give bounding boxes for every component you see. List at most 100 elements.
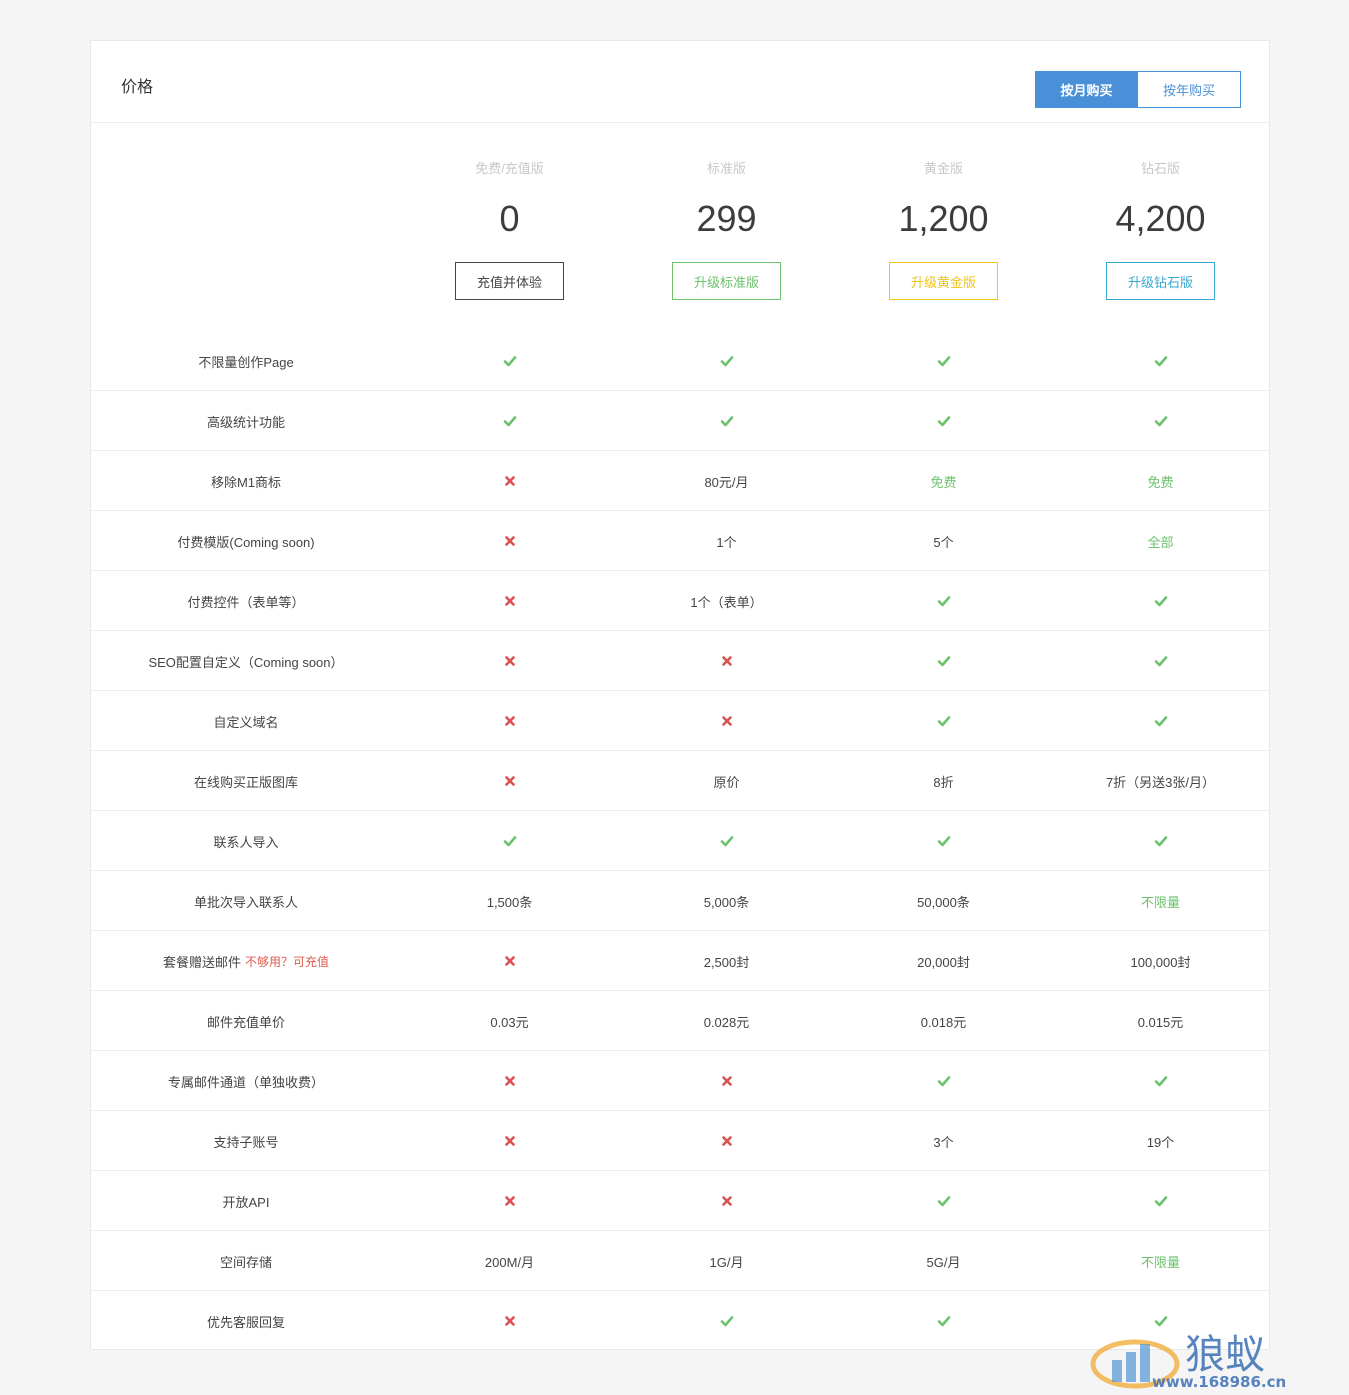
plan-price: 4,200 [1115,198,1206,239]
table-row: 空间存储 200M/月 1G/月 5G/月 不限量 [91,1231,1269,1291]
feature-name: 联系人导入 [213,834,279,850]
feature-label: 单批次导入联系人 [91,871,401,931]
cross-icon [401,571,618,631]
plan-name: 黄金版 [923,161,963,176]
feature-value: 1个（表单） [690,594,763,610]
feature-label: 开放API [91,1171,401,1231]
feature-name: 支持子账号 [213,1134,279,1150]
plan-name: 标准版 [706,161,746,176]
feature-name: 专属邮件通道（单独收费） [167,1074,324,1090]
feature-name: 邮件充值单价 [206,1014,285,1030]
feature-value: 5个 [933,534,954,550]
feature-value: 免费 [1147,474,1174,490]
plan-column: 免费/充值版 0 充值并体验 [401,159,618,300]
feature-value: 1G/月 [709,1254,744,1270]
table-row: 联系人导入 [91,811,1269,871]
check-icon [401,811,618,871]
table-row: SEO配置自定义（Coming soon） [91,631,1269,691]
feature-value: 全部 [1147,534,1174,550]
watermark-url: www.168986.cn [1152,1373,1286,1390]
check-icon [618,331,835,391]
yearly-tab[interactable]: 按年购买 [1138,71,1241,108]
feature-label: 优先客服回复 [91,1291,401,1351]
feature-label: 在线购买正版图库 [91,751,401,811]
table-row: 套餐赠送邮件 不够用？可充值 2,500封 20,000封 100,000封 [91,931,1269,991]
feature-label: 付费模版(Coming soon) [91,511,401,571]
pricing-card: 价格 按月购买 按年购买 免费/充值版 0 充值并体验 标准版 299 升级标准版 黄金版 1… [90,40,1270,1350]
monthly-tab[interactable]: 按月购买 [1035,71,1138,108]
billing-period-toggle: 按月购买 按年购买 [1035,71,1241,108]
feature-value: 不限量 [1140,1254,1180,1270]
table-row: 付费模版(Coming soon) 1个 5个 全部 [91,511,1269,571]
feature-value: 0.018元 [920,1014,967,1030]
plan-price: 0 [499,198,520,239]
feature-value: 1个 [716,534,737,550]
feature-label: 付费控件（表单等） [91,571,401,631]
cross-icon [401,1171,618,1231]
feature-value: 0.015元 [1137,1014,1184,1030]
table-row: 在线购买正版图库 原价 8折 7折（另送3张/月） [91,751,1269,811]
plan-column: 黄金版 1,200 升级黄金版 [835,159,1052,300]
cross-icon [401,1291,618,1351]
check-icon [401,331,618,391]
plan-upgrade-button[interactable]: 升级标准版 [672,262,781,300]
plan-upgrade-button[interactable]: 升级钻石版 [1106,262,1215,300]
check-icon [1052,391,1269,451]
feature-name: 开放API [222,1194,270,1210]
feature-value: 0.03元 [490,1014,529,1030]
check-icon [835,571,1052,631]
feature-value: 19个 [1146,1134,1175,1150]
cross-icon [401,631,618,691]
table-row: 不限量创作Page [91,331,1269,391]
check-icon [835,1171,1052,1231]
check-icon [835,811,1052,871]
feature-name: 付费模版(Coming soon) [177,534,315,550]
plan-upgrade-button[interactable]: 充值并体验 [455,262,564,300]
cross-icon [618,691,835,751]
cross-icon [618,631,835,691]
cross-icon [401,451,618,511]
site-watermark: 狼蚁 www.168986.cn [1090,1332,1286,1390]
feature-value: 8折 [933,774,954,790]
cross-icon [618,1051,835,1111]
check-icon [1052,811,1269,871]
plan-column: 标准版 299 升级标准版 [618,159,835,300]
plan-name: 钻石版 [1140,161,1180,176]
check-icon [835,691,1052,751]
table-row: 移除M1商标 80元/月 免费 免费 [91,451,1269,511]
watermark-brand: 狼蚁 [1185,1332,1265,1378]
table-row: 高级统计功能 [91,391,1269,451]
feature-name: 付费控件（表单等） [187,594,305,610]
feature-name: 优先客服回复 [206,1314,285,1330]
feature-name: 套餐赠送邮件 [162,954,241,970]
feature-value: 80元/月 [704,474,749,490]
feature-value: 200M/月 [484,1254,535,1270]
feature-label: 空间存储 [91,1231,401,1291]
feature-name: 自定义域名 [213,714,279,730]
table-row: 单批次导入联系人 1,500条 5,000条 50,000条 不限量 [91,871,1269,931]
check-icon [835,391,1052,451]
recharge-note[interactable]: 不够用？可充值 [245,953,329,970]
feature-name: 空间存储 [219,1254,272,1270]
feature-value: 1,500条 [486,894,533,910]
table-row: 专属邮件通道（单独收费） [91,1051,1269,1111]
table-row: 付费控件（表单等） 1个（表单） [91,571,1269,631]
feature-label: 专属邮件通道（单独收费） [91,1051,401,1111]
check-icon [835,331,1052,391]
feature-name: 不限量创作Page [198,354,294,370]
feature-table: 不限量创作Page 高级统计功能 移除M1商标 80元/月 免费 免费 付费模版(Comin… [91,331,1269,1351]
feature-value: 原价 [713,774,740,790]
plan-column: 钻石版 4,200 升级钻石版 [1052,159,1269,300]
check-icon [835,1051,1052,1111]
feature-name: SEO配置自定义（Coming soon） [148,654,344,670]
feature-value: 不限量 [1140,894,1180,910]
page-title: 价格 [121,79,154,96]
plan-price: 1,200 [898,198,989,239]
check-icon [1052,691,1269,751]
feature-label: 自定义域名 [91,691,401,751]
feature-value: 20,000封 [917,954,970,970]
check-icon [618,1291,835,1351]
check-icon [1052,1171,1269,1231]
feature-name: 移除M1商标 [210,474,282,490]
plan-upgrade-button[interactable]: 升级黄金版 [889,262,998,300]
